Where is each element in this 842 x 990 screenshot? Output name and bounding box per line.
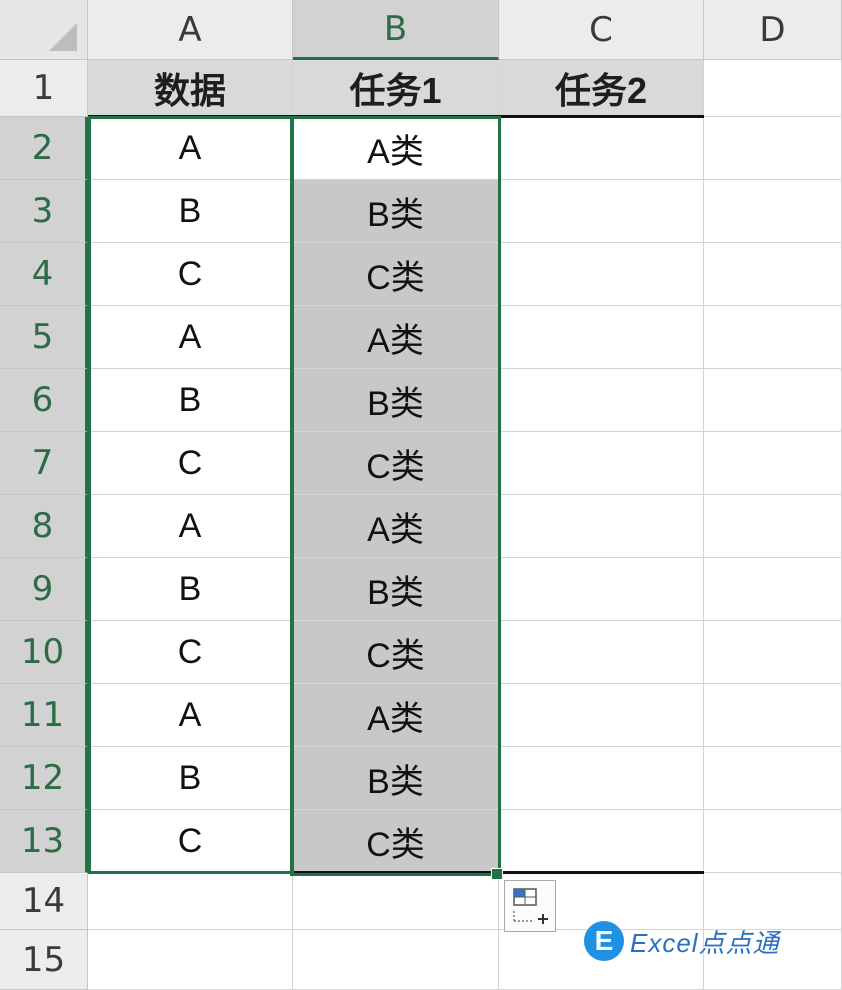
row-header-9[interactable]: 9 — [0, 558, 88, 621]
cell-c9[interactable] — [499, 558, 704, 621]
cell-b15[interactable] — [293, 930, 499, 990]
cell-b7[interactable]: C类 — [293, 432, 499, 495]
cell-d8[interactable] — [704, 495, 842, 558]
row-header-8[interactable]: 8 — [0, 495, 88, 558]
row-header-15[interactable]: 15 — [0, 930, 88, 990]
cell-a1[interactable]: 数据 — [88, 60, 293, 117]
cell-a10[interactable]: C — [88, 621, 293, 684]
cell-c12[interactable] — [499, 747, 704, 810]
cell-c8[interactable] — [499, 495, 704, 558]
cell-b6[interactable]: B类 — [293, 369, 499, 432]
row-header-3[interactable]: 3 — [0, 180, 88, 243]
cell-b1[interactable]: 任务1 — [293, 60, 499, 117]
cell-d7[interactable] — [704, 432, 842, 495]
cell-c5[interactable] — [499, 306, 704, 369]
cell-d2[interactable] — [704, 117, 842, 180]
cell-d6[interactable] — [704, 369, 842, 432]
cell-c7[interactable] — [499, 432, 704, 495]
row-header-14[interactable]: 14 — [0, 873, 88, 930]
select-all-icon — [49, 23, 77, 51]
cell-b10[interactable]: C类 — [293, 621, 499, 684]
cell-c2[interactable] — [499, 117, 704, 180]
row-header-12[interactable]: 12 — [0, 747, 88, 810]
cell-d11[interactable] — [704, 684, 842, 747]
cell-c1[interactable]: 任务2 — [499, 60, 704, 117]
auto-fill-icon — [513, 888, 548, 924]
cell-d9[interactable] — [704, 558, 842, 621]
cell-a2[interactable]: A — [88, 117, 293, 180]
cell-c4[interactable] — [499, 243, 704, 306]
cell-d10[interactable] — [704, 621, 842, 684]
cell-a15[interactable] — [88, 930, 293, 990]
row-header-10[interactable]: 10 — [0, 621, 88, 684]
column-header-b[interactable]: B — [293, 0, 499, 60]
cell-c10[interactable] — [499, 621, 704, 684]
header-bottom-border — [88, 115, 704, 118]
spreadsheet-grid: A B C D 1 2 3 4 5 6 7 8 9 10 11 12 13 14… — [0, 0, 842, 990]
cell-b12[interactable]: B类 — [293, 747, 499, 810]
cell-d5[interactable] — [704, 306, 842, 369]
cell-a5[interactable]: A — [88, 306, 293, 369]
fill-handle[interactable] — [491, 868, 503, 880]
row-header-1[interactable]: 1 — [0, 60, 88, 117]
cell-b8[interactable]: A类 — [293, 495, 499, 558]
cell-b9[interactable]: B类 — [293, 558, 499, 621]
cell-c6[interactable] — [499, 369, 704, 432]
watermark-logo: E Excel点点通 — [584, 920, 780, 962]
row-header-11[interactable]: 11 — [0, 684, 88, 747]
cell-a6[interactable]: B — [88, 369, 293, 432]
row-header-4[interactable]: 4 — [0, 243, 88, 306]
column-header-a[interactable]: A — [88, 0, 293, 60]
logo-icon: E — [584, 921, 624, 961]
cell-a3[interactable]: B — [88, 180, 293, 243]
table-bottom-border — [88, 871, 704, 874]
cell-d1[interactable] — [704, 60, 842, 117]
row-header-2[interactable]: 2 — [0, 117, 88, 180]
cell-b11[interactable]: A类 — [293, 684, 499, 747]
cell-d13[interactable] — [704, 810, 842, 873]
cell-a13[interactable]: C — [88, 810, 293, 873]
cell-a4[interactable]: C — [88, 243, 293, 306]
cell-a7[interactable]: C — [88, 432, 293, 495]
row-header-13[interactable]: 13 — [0, 810, 88, 873]
row-header-7[interactable]: 7 — [0, 432, 88, 495]
column-header-c[interactable]: C — [499, 0, 704, 60]
row-header-5[interactable]: 5 — [0, 306, 88, 369]
cell-b3[interactable]: B类 — [293, 180, 499, 243]
cell-a12[interactable]: B — [88, 747, 293, 810]
cell-c13[interactable] — [499, 810, 704, 873]
cell-b13[interactable]: C类 — [293, 810, 499, 873]
auto-fill-options-button[interactable] — [504, 880, 556, 932]
cell-d3[interactable] — [704, 180, 842, 243]
cell-a8[interactable]: A — [88, 495, 293, 558]
cell-a14[interactable] — [88, 873, 293, 930]
cell-b14[interactable] — [293, 873, 499, 930]
row-header-6[interactable]: 6 — [0, 369, 88, 432]
cell-b4[interactable]: C类 — [293, 243, 499, 306]
column-header-d[interactable]: D — [704, 0, 842, 60]
cell-b2[interactable]: A类 — [293, 117, 499, 180]
cell-a11[interactable]: A — [88, 684, 293, 747]
cell-d12[interactable] — [704, 747, 842, 810]
select-all-corner[interactable] — [0, 0, 88, 60]
cell-c3[interactable] — [499, 180, 704, 243]
cell-a9[interactable]: B — [88, 558, 293, 621]
cell-c11[interactable] — [499, 684, 704, 747]
cell-d4[interactable] — [704, 243, 842, 306]
cell-b5[interactable]: A类 — [293, 306, 499, 369]
logo-text: Excel点点通 — [630, 927, 780, 958]
